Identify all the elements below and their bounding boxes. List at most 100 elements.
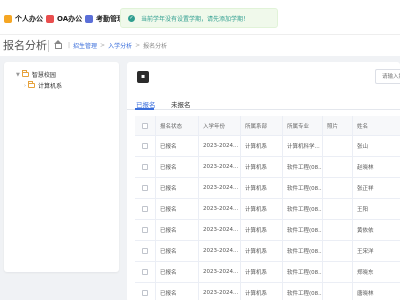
search-input[interactable] — [375, 69, 400, 84]
table-cell: 计算机系 — [240, 241, 282, 261]
oa-icon — [46, 15, 54, 23]
table-cell: 唐晓林 — [352, 283, 400, 300]
row-checkbox[interactable] — [142, 206, 148, 212]
tree-node-label: 智慧校园 — [31, 72, 56, 79]
tree-node-child[interactable]: › 计算机系 — [24, 81, 62, 90]
table-cell: 计算机系 — [240, 136, 282, 156]
table-cell: 已报名 — [155, 241, 198, 261]
table-row[interactable]: 已报名 2023-2024... 计算机系 软件工程(08... 唐晓林 — [135, 283, 400, 300]
table-row[interactable]: 已报名 2023-2024... 计算机系 软件工程(08... 王阳 — [135, 199, 400, 220]
table-cell: 软件工程(08... — [282, 241, 322, 261]
table-row[interactable]: 已报名 2023-2024... 计算机系 软件工程(08... 赵晓林 — [135, 157, 400, 178]
table-cell: 计算机系 — [240, 283, 282, 300]
check-circle-icon: ✓ — [128, 14, 135, 22]
row-checkbox[interactable] — [142, 164, 148, 170]
column-header[interactable]: 报名状态 — [155, 116, 198, 135]
table-cell: 计算机科学... — [282, 136, 322, 156]
table-cell: 王阳 — [352, 199, 400, 219]
row-checkbox[interactable] — [142, 248, 148, 254]
org-tree-panel: ▼ 智慧校园 › 计算机系 — [4, 62, 119, 272]
table-cell — [322, 136, 352, 156]
table-cell: 2023-2024... — [198, 220, 240, 240]
toast-message: 当前学年没有设置学期，请先添加学期！ — [141, 15, 250, 23]
table-cell: 黄依依 — [352, 220, 400, 240]
table-cell: 计算机系 — [240, 199, 282, 219]
notification-toast: ✓ 当前学年没有设置学期，请先添加学期！ — [120, 8, 278, 28]
page-title: 报名分析 — [3, 39, 47, 52]
table-cell: 2023-2024... — [198, 241, 240, 261]
table-cell: 软件工程(08... — [282, 199, 322, 219]
table-cell: 赵晓林 — [352, 157, 400, 177]
table-row[interactable]: 已报名 2023-2024... 计算机系 软件工程(08... 张正祥 — [135, 178, 400, 199]
table-cell — [322, 199, 352, 219]
caret-down-icon[interactable]: ▼ — [16, 72, 20, 78]
breadcrumb-current: 报名分析 — [143, 43, 168, 50]
table-cell: 已报名 — [155, 199, 198, 219]
table-cell: 2023-2024... — [198, 136, 240, 156]
row-checkbox[interactable] — [142, 185, 148, 191]
table-body: 已报名 2023-2024... 计算机系 计算机科学... 张山 已报名 2023-202… — [135, 136, 400, 300]
table-cell: 软件工程(08... — [282, 283, 322, 300]
row-checkbox[interactable] — [142, 227, 148, 233]
breadcrumb-item[interactable]: 招生管理 — [73, 41, 97, 50]
person-icon — [4, 15, 12, 23]
nav-label: 个人办公 — [15, 15, 43, 23]
toggle-button[interactable]: ▪ — [137, 71, 149, 83]
column-header[interactable]: 姓名 — [352, 116, 400, 135]
row-checkbox[interactable] — [142, 269, 148, 275]
table-cell — [322, 262, 352, 282]
table-cell: 软件工程(08... — [282, 157, 322, 177]
column-header[interactable]: 照片 — [322, 116, 352, 135]
table-row[interactable]: 已报名 2023-2024... 计算机系 软件工程(08... 黄依依 — [135, 220, 400, 241]
breadcrumb-item[interactable]: 入学分析 — [108, 41, 132, 50]
folder-icon — [28, 81, 35, 88]
row-checkbox[interactable] — [142, 290, 148, 296]
column-header[interactable]: 入学年份 — [198, 116, 240, 135]
table-cell — [322, 157, 352, 177]
table-header: 报名状态 入学年份 所属系部 所属专业 照片 姓名 — [135, 116, 400, 136]
table-cell: 已报名 — [155, 178, 198, 198]
table-row[interactable]: 已报名 2023-2024... 计算机系 软件工程(08... 王宋洋 — [135, 241, 400, 262]
title-divider — [48, 40, 49, 52]
table-cell: 2023-2024... — [198, 199, 240, 219]
table-cell: 软件工程(08... — [282, 178, 322, 198]
caret-right-icon[interactable]: › — [24, 83, 26, 89]
table-cell: 2023-2024... — [198, 262, 240, 282]
registration-table: 报名状态 入学年份 所属系部 所属专业 照片 姓名 已报名 2023-2024..… — [135, 116, 400, 300]
select-all-checkbox[interactable] — [142, 122, 148, 129]
column-header[interactable]: 所属系部 — [240, 116, 282, 135]
table-cell: 2023-2024... — [198, 157, 240, 177]
tab-active-indicator — [135, 108, 154, 110]
table-cell: 软件工程(08... — [282, 220, 322, 240]
nav-personal-office[interactable]: 个人办公 — [4, 13, 43, 25]
tab-unregistered[interactable]: 未报名 — [171, 99, 191, 109]
table-row[interactable]: 已报名 2023-2024... 计算机系 计算机科学... 张山 — [135, 136, 400, 157]
table-cell: 计算机系 — [240, 220, 282, 240]
nav-oa-office[interactable]: OA办公 — [46, 13, 82, 25]
table-cell: 计算机系 — [240, 157, 282, 177]
nav-attendance[interactable]: 考勤管理 — [85, 13, 124, 25]
main-panel: ▪ 已报名 未报名 报名状态 入学年份 所属系部 所属专业 照片 姓名 已报名2… — [127, 62, 400, 300]
table-row[interactable]: 已报名 2023-2024... 计算机系 软件工程(08... 郑晓东 — [135, 262, 400, 283]
title-bar: 报名分析 | 招生管理 > 入学分析 > 报名分析 — [0, 34, 400, 56]
table-cell: 王宋洋 — [352, 241, 400, 261]
table-cell: 2023-2024... — [198, 178, 240, 198]
column-header[interactable]: 所属专业 — [282, 116, 322, 135]
tree-node-label: 计算机系 — [38, 83, 63, 90]
table-cell: 软件工程(08... — [282, 262, 322, 282]
table-cell: 已报名 — [155, 262, 198, 282]
table-cell — [322, 178, 352, 198]
table-cell: 已报名 — [155, 136, 198, 156]
table-cell: 计算机系 — [240, 262, 282, 282]
clock-icon — [85, 15, 93, 23]
home-icon[interactable] — [54, 39, 62, 49]
row-checkbox[interactable] — [142, 143, 148, 149]
table-cell: 已报名 — [155, 283, 198, 300]
table-cell: 郑晓东 — [352, 262, 400, 282]
table-cell: 张山 — [352, 136, 400, 156]
breadcrumb: | 招生管理 > 入学分析 > 报名分析 — [54, 39, 168, 50]
table-cell: 张正祥 — [352, 178, 400, 198]
tree-node-root[interactable]: ▼ 智慧校园 — [16, 70, 56, 79]
table-cell: 已报名 — [155, 157, 198, 177]
table-cell — [322, 283, 352, 300]
